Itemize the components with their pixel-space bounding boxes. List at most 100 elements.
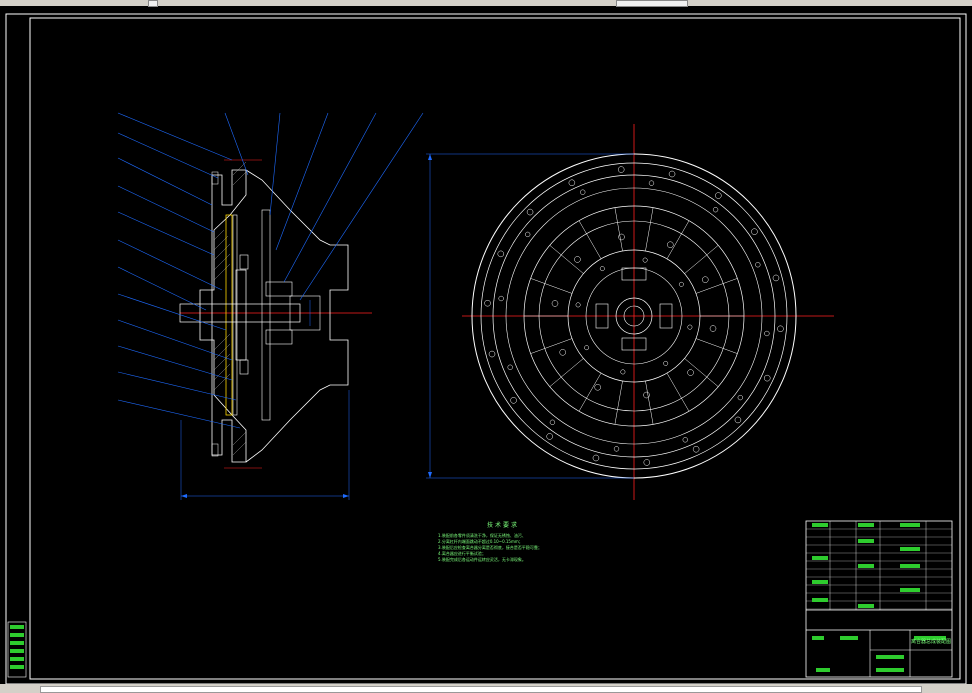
bolt-hole	[763, 374, 771, 382]
lining-slot	[530, 278, 573, 294]
parts-list-cell	[900, 564, 920, 568]
bolt-hole	[777, 325, 784, 333]
bolt-hole	[549, 419, 556, 425]
parts-list-cell	[816, 668, 830, 672]
parts-list-rows	[806, 528, 952, 610]
lining-slot	[549, 358, 584, 387]
bolt-hole	[551, 300, 559, 307]
bolt-hole	[613, 446, 620, 452]
damper-spring	[239, 254, 249, 270]
section-view[interactable]	[179, 159, 372, 500]
bolt-hole	[568, 179, 576, 187]
parts-list-cell	[812, 556, 828, 560]
dim-arrow	[181, 494, 187, 498]
bolt-hole	[682, 437, 688, 443]
dim-arrow	[428, 154, 432, 160]
damper-spring	[239, 359, 249, 375]
bolt-hole	[678, 281, 684, 287]
bolt	[211, 443, 219, 457]
lining-slot	[578, 220, 602, 259]
lining-slot	[578, 373, 602, 412]
bolt-hole	[734, 416, 742, 424]
bolt-hole	[667, 241, 674, 248]
bolt-hole	[488, 350, 496, 358]
bolt-hole	[497, 250, 505, 258]
bolt-hole	[526, 208, 534, 216]
bolt-hole	[584, 345, 590, 351]
bolt-hole	[620, 369, 626, 375]
bolt-hole	[643, 459, 651, 466]
bolt-hole	[663, 360, 669, 366]
disc-plate	[232, 214, 238, 416]
bolt-hole	[687, 369, 694, 376]
bolt-hole	[764, 330, 770, 337]
note-line: 5.装配完成后各运动件运转应灵活，无卡滞现象。	[438, 557, 526, 562]
parts-list-cell	[858, 539, 874, 543]
bolt-hole	[712, 207, 719, 213]
bolt-hole	[525, 231, 531, 238]
lining-slot	[684, 358, 719, 387]
parts-list-cell	[900, 547, 920, 551]
bolt-hole	[772, 274, 780, 282]
bolt-hole	[687, 324, 693, 330]
parts-list-cell	[900, 523, 920, 527]
lining-slot	[549, 245, 584, 274]
bolt-hole	[715, 192, 722, 199]
bolt	[211, 171, 219, 185]
part-leaders	[117, 112, 424, 429]
bolt-hole	[709, 325, 717, 332]
bolt-hole	[643, 391, 650, 399]
technical-requirements-title: 技术要求	[486, 522, 519, 529]
bolt-hole	[575, 302, 581, 308]
bolt-hole	[702, 276, 709, 283]
bolt-hole	[617, 166, 625, 173]
bolt-hole	[755, 262, 761, 268]
scrollbar-thumb[interactable]	[40, 686, 922, 693]
left-revision-strip	[7, 621, 27, 678]
bolt-hole	[559, 349, 566, 356]
bolt-hole	[546, 433, 553, 440]
dim-arrow	[428, 472, 432, 478]
parts-list-cell	[812, 523, 828, 527]
lining-slot	[684, 245, 719, 274]
parts-list-cell	[900, 588, 920, 592]
front-view[interactable]	[426, 124, 834, 500]
parts-list-cell	[812, 636, 824, 640]
bolt-hole	[692, 445, 700, 453]
drawing-title: 离合器总成装配图	[911, 638, 951, 645]
pressure-plate	[261, 209, 271, 421]
clutch-cover	[245, 169, 349, 463]
parts-list-cell	[858, 604, 874, 608]
inner-frame	[29, 17, 961, 680]
bolt-hole	[507, 364, 513, 370]
section-hatching	[213, 161, 247, 456]
parts-list-cell	[876, 668, 904, 672]
lining-slot	[695, 338, 738, 354]
bolt-hole	[751, 228, 758, 235]
bolt-hole	[510, 397, 517, 404]
bolt-hole	[737, 394, 743, 401]
title-block[interactable]: 离合器总成装配图	[805, 520, 953, 678]
lining-slot	[666, 373, 690, 412]
parts-list-cell	[858, 523, 874, 527]
parts-list-cell	[858, 564, 874, 568]
bolt-hole	[592, 454, 600, 462]
bolt-hole	[574, 256, 581, 263]
dim-arrow	[343, 494, 349, 498]
parts-list-cell	[876, 655, 904, 659]
disc-hub	[235, 269, 247, 361]
bolt-hole	[599, 266, 605, 272]
parts-list-cell	[812, 580, 828, 584]
flywheel-outline	[199, 169, 247, 463]
lining-slot	[645, 207, 654, 252]
technical-requirements: 技术要求 1.装配前各零件须清洗干净，保证无锈蚀、油污、 2.分离杠杆内端面跳动…	[438, 520, 568, 563]
bolt-hole	[580, 189, 586, 195]
cad-drawing-canvas[interactable]: 离合器总成装配图	[0, 0, 972, 693]
lining-slot	[666, 220, 690, 259]
parts-list-cell	[840, 636, 858, 640]
bolt-hole	[642, 257, 648, 263]
bolt-hole	[648, 180, 655, 186]
bolt-hole	[484, 299, 491, 307]
bolt-hole	[668, 170, 676, 178]
bolt-hole	[618, 233, 625, 241]
